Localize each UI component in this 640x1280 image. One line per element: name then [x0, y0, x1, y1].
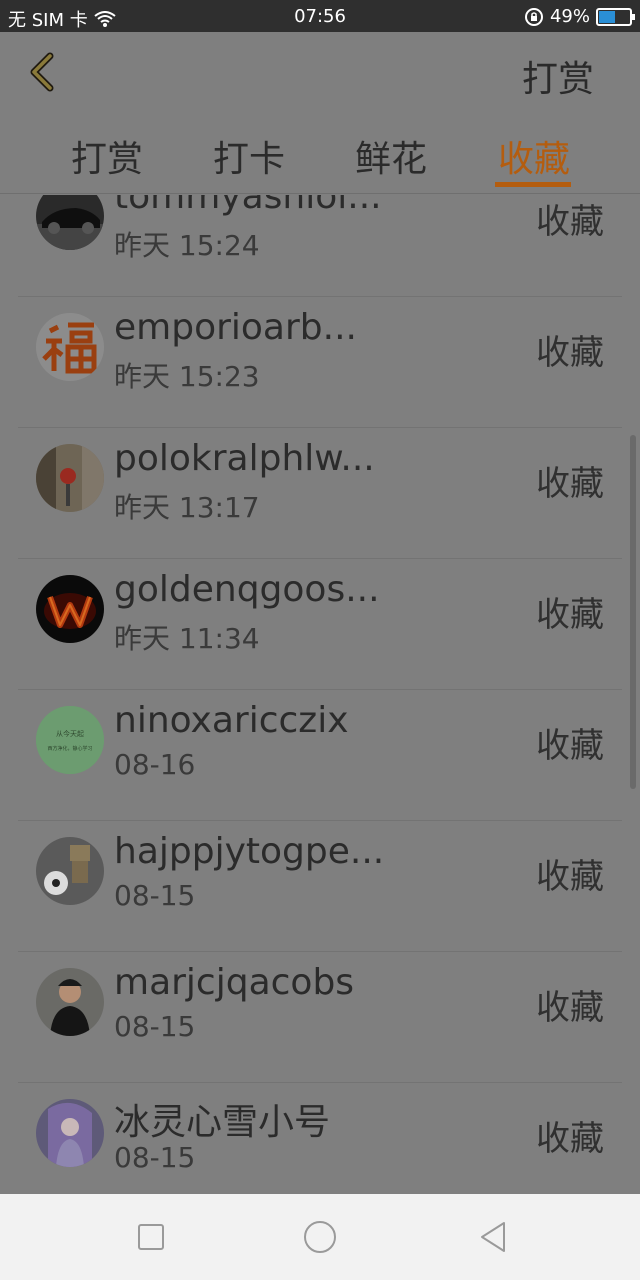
tab-reward[interactable]: 打赏: [52, 130, 162, 182]
item-name: ninoxaricczix: [114, 700, 349, 741]
avatar: [36, 444, 104, 512]
list-item[interactable]: goldenqgoos... 昨天 11:34 收藏: [18, 559, 622, 690]
avatar: [36, 195, 104, 250]
fu-character-avatar-image: [36, 313, 104, 381]
item-action: 收藏: [536, 726, 604, 766]
battery-percent: 49%: [549, 6, 590, 27]
item-time: 昨天 11:34: [114, 622, 260, 655]
item-action: 收藏: [536, 202, 604, 242]
item-name: 冰灵心雪小号: [114, 1102, 331, 1143]
item-name: hajppjytogpe...: [114, 831, 385, 872]
header-title: 打赏: [521, 59, 594, 100]
item-time: 08-16: [114, 748, 196, 781]
header: 打赏: [0, 32, 640, 112]
avatar: [36, 1099, 104, 1167]
green-avatar-line2: 西方净化，静心学习: [47, 745, 92, 752]
list-item[interactable]: 从今天起 西方净化，静心学习 ninoxaricczix 08-16 收藏: [18, 690, 622, 821]
item-time: 昨天 15:23: [114, 360, 260, 393]
system-nav-bar: [0, 1194, 640, 1280]
item-time: 昨天 13:17: [114, 491, 260, 524]
item-name: goldenqgoos...: [114, 569, 380, 610]
list-item[interactable]: 冰灵心雪小号 08-15 收藏: [18, 1083, 622, 1194]
avatar: [36, 837, 104, 905]
green-text-avatar-image: 从今天起 西方净化，静心学习: [36, 706, 104, 774]
item-name: emporioarb...: [114, 307, 357, 348]
list-item[interactable]: marjcjqacobs 08-15 收藏: [18, 952, 622, 1083]
item-action: 收藏: [536, 1119, 604, 1159]
item-name: tommyashiol...: [114, 195, 382, 217]
person-avatar-image: [36, 968, 104, 1036]
avatar: [36, 968, 104, 1036]
fire-w-avatar-image: [36, 575, 104, 643]
item-time: 昨天 15:24: [114, 229, 260, 262]
item-action: 收藏: [536, 988, 604, 1028]
rotation-lock-icon: [524, 7, 543, 26]
status-right: 49%: [524, 6, 635, 27]
status-bar: 无 SIM 卡 07:56 49%: [0, 0, 640, 32]
tab-flowers[interactable]: 鲜花: [336, 130, 446, 182]
home-icon[interactable]: [304, 1221, 336, 1253]
avatar: [36, 575, 104, 643]
car-avatar-image: [36, 195, 104, 250]
item-name: marjcjqacobs: [114, 962, 355, 1003]
avatar: 从今天起 西方净化，静心学习: [36, 706, 104, 774]
robot-ball-avatar-image: [36, 837, 104, 905]
tab-checkin[interactable]: 打卡: [194, 130, 304, 182]
recents-icon[interactable]: [138, 1224, 164, 1250]
item-name: polokralphlw...: [114, 438, 375, 479]
list-item[interactable]: polokralphlw... 昨天 13:17 收藏: [18, 428, 622, 559]
back-triangle-icon[interactable]: [478, 1220, 508, 1254]
item-action: 收藏: [536, 464, 604, 504]
sign-avatar-image: [36, 444, 104, 512]
item-action: 收藏: [536, 333, 604, 373]
item-time: 08-15: [114, 1141, 196, 1174]
item-action: 收藏: [536, 857, 604, 897]
tab-favorites[interactable]: 收藏: [479, 130, 589, 182]
list-item[interactable]: emporioarb... 昨天 15:23 收藏: [18, 297, 622, 428]
item-time: 08-15: [114, 879, 196, 912]
green-avatar-line1: 从今天起: [56, 729, 84, 738]
battery-icon: [596, 7, 635, 26]
avatar: [36, 313, 104, 381]
back-arrow-icon[interactable]: [22, 50, 62, 94]
item-time: 08-15: [114, 1010, 196, 1043]
anime-avatar-image: [36, 1099, 104, 1167]
scrollbar[interactable]: [630, 435, 636, 789]
item-action: 收藏: [536, 595, 604, 635]
favorites-list: tommyashiol... 昨天 15:24 收藏 emporioarb...…: [0, 195, 640, 1194]
list-item[interactable]: hajppjytogpe... 08-15 收藏: [18, 821, 622, 952]
active-tab-indicator: [495, 182, 571, 187]
list-item[interactable]: tommyashiol... 昨天 15:24 收藏: [18, 195, 622, 297]
